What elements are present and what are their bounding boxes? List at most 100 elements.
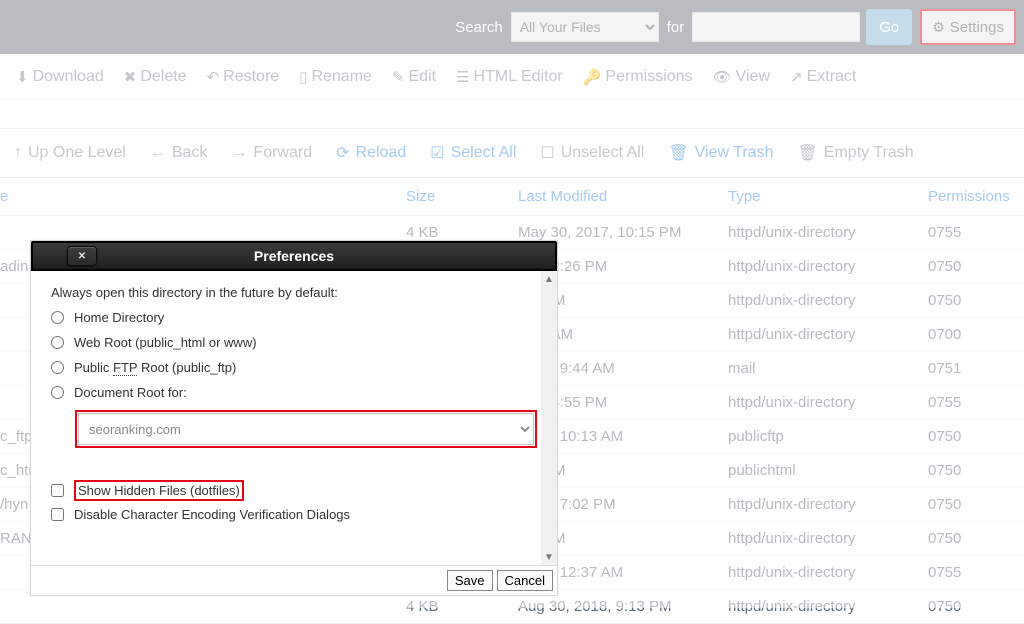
up-one-level-button[interactable]: ↑Up One Level xyxy=(14,144,126,162)
col-name-header[interactable]: e xyxy=(0,178,398,216)
disable-encoding-row[interactable]: Disable Character Encoding Verification … xyxy=(51,507,537,522)
reload-icon: ⟳ xyxy=(336,143,349,163)
back-button[interactable]: ←Back xyxy=(150,144,208,162)
trash-icon: 🗑 xyxy=(797,143,817,163)
up-arrow-icon: ↑ xyxy=(14,144,22,162)
show-hidden-files-row[interactable]: Show Hidden Files (dotfiles) xyxy=(51,480,537,501)
scroll-down-icon[interactable]: ▼ xyxy=(541,549,557,565)
radio-home-directory[interactable]: Home Directory xyxy=(51,310,537,325)
permissions-button[interactable]: 🔑Permissions xyxy=(583,68,693,86)
close-icon: ✖ xyxy=(124,68,137,86)
file-action-toolbar: ⬇Download ✖Delete ↶Restore ▯Rename ✎Edit… xyxy=(0,54,1024,100)
reload-button[interactable]: ⟳Reload xyxy=(336,143,406,163)
cell-type: httpd/unix-directory xyxy=(720,522,920,556)
navigation-toolbar: ↑Up One Level ←Back →Forward ⟳Reload ☑Se… xyxy=(0,128,1024,178)
cell-perm: 0700 xyxy=(920,318,1024,352)
cell-perm: 0755 xyxy=(920,386,1024,420)
trash-icon: 🗑 xyxy=(668,143,688,163)
rename-button[interactable]: ▯Rename xyxy=(299,68,372,86)
radio-public-ftp[interactable]: Public FTP Root (public_ftp) xyxy=(51,360,537,375)
gear-icon: ⚙ xyxy=(932,19,945,36)
search-scope-select[interactable]: All Your Files xyxy=(511,12,659,42)
modal-title: Preferences xyxy=(254,248,334,264)
radio-home-input[interactable] xyxy=(51,311,64,324)
save-button[interactable]: Save xyxy=(447,570,493,591)
go-button[interactable]: Go xyxy=(866,9,912,45)
scroll-up-icon[interactable]: ▲ xyxy=(541,271,557,287)
for-label: for xyxy=(667,19,685,36)
settings-button[interactable]: ⚙ Settings xyxy=(920,9,1016,45)
cell-perm: 0755 xyxy=(920,216,1024,250)
cell-perm: 0750 xyxy=(920,454,1024,488)
cell-type: publicftp xyxy=(720,420,920,454)
cell-type: httpd/unix-directory xyxy=(720,386,920,420)
document-root-select[interactable]: seoranking.com xyxy=(78,413,534,445)
edit-box-icon: ☰ xyxy=(456,68,469,86)
modal-titlebar[interactable]: ✕ Preferences xyxy=(31,241,557,271)
top-search-bar: Search All Your Files for Go ⚙ Settings xyxy=(0,0,1024,54)
cell-perm: 0750 xyxy=(920,488,1024,522)
col-permissions-header[interactable]: Permissions xyxy=(920,178,1024,216)
forward-button[interactable]: →Forward xyxy=(231,144,312,162)
radio-webroot-input[interactable] xyxy=(51,336,64,349)
undo-icon: ↶ xyxy=(207,68,220,86)
view-trash-button[interactable]: 🗑View Trash xyxy=(668,143,773,163)
close-button[interactable]: ✕ xyxy=(67,246,97,266)
download-button[interactable]: ⬇Download xyxy=(16,68,104,86)
cell-type: httpd/unix-directory xyxy=(720,590,920,624)
col-modified-header[interactable]: Last Modified xyxy=(510,178,720,216)
left-arrow-icon: ← xyxy=(150,144,166,162)
select-all-button[interactable]: ☑Select All xyxy=(430,143,516,163)
col-type-header[interactable]: Type xyxy=(720,178,920,216)
cell-type: httpd/unix-directory xyxy=(720,216,920,250)
empty-trash-button[interactable]: 🗑Empty Trash xyxy=(797,143,913,163)
document-root-highlight: seoranking.com xyxy=(75,410,537,448)
radio-document-root[interactable]: Document Root for: xyxy=(51,385,537,400)
modal-footer: Save Cancel xyxy=(31,565,557,595)
disable-encoding-checkbox[interactable] xyxy=(51,508,64,521)
view-button[interactable]: 👁View xyxy=(713,68,770,86)
cell-perm: 0750 xyxy=(920,590,1024,624)
file-icon: ▯ xyxy=(299,68,307,86)
modal-scrollbar[interactable]: ▲ ▼ xyxy=(541,271,557,565)
eye-icon: 👁 xyxy=(713,68,732,86)
restore-button[interactable]: ↶Restore xyxy=(207,68,280,86)
unselect-all-button[interactable]: ☐Unselect All xyxy=(540,143,644,163)
settings-label: Settings xyxy=(950,19,1004,36)
html-editor-button[interactable]: ☰HTML Editor xyxy=(456,68,563,86)
edit-button[interactable]: ✎Edit xyxy=(392,68,436,86)
cell-perm: 0750 xyxy=(920,250,1024,284)
cell-type: publichtml xyxy=(720,454,920,488)
cell-perm: 0750 xyxy=(920,522,1024,556)
cancel-button[interactable]: Cancel xyxy=(497,570,553,591)
delete-button[interactable]: ✖Delete xyxy=(124,68,187,86)
square-icon: ☐ xyxy=(540,143,554,163)
extract-button[interactable]: ↗Extract xyxy=(790,68,856,86)
cell-perm: 0750 xyxy=(920,284,1024,318)
cell-type: httpd/unix-directory xyxy=(720,488,920,522)
preferences-intro: Always open this directory in the future… xyxy=(51,285,537,300)
pencil-icon: ✎ xyxy=(392,68,405,86)
col-size-header[interactable]: Size xyxy=(398,178,510,216)
key-icon: 🔑 xyxy=(583,68,602,86)
cell-type: httpd/unix-directory xyxy=(720,556,920,590)
radio-publicftp-input[interactable] xyxy=(51,361,64,374)
cell-perm: 0755 xyxy=(920,556,1024,590)
disable-encoding-label: Disable Character Encoding Verification … xyxy=(74,507,350,522)
show-hidden-label: Show Hidden Files (dotfiles) xyxy=(74,480,244,501)
search-input[interactable] xyxy=(692,12,860,42)
show-hidden-checkbox[interactable] xyxy=(51,484,64,497)
cell-type: httpd/unix-directory xyxy=(720,284,920,318)
cell-perm: 0751 xyxy=(920,352,1024,386)
preferences-modal: ✕ Preferences Always open this directory… xyxy=(30,240,558,596)
extract-icon: ↗ xyxy=(790,68,803,86)
right-arrow-icon: → xyxy=(231,144,247,162)
radio-docroot-input[interactable] xyxy=(51,386,64,399)
search-label: Search xyxy=(455,19,503,36)
download-icon: ⬇ xyxy=(16,68,29,86)
check-square-icon: ☑ xyxy=(430,143,444,163)
cell-type: mail xyxy=(720,352,920,386)
radio-web-root[interactable]: Web Root (public_html or www) xyxy=(51,335,537,350)
cell-perm: 0750 xyxy=(920,420,1024,454)
cell-type: httpd/unix-directory xyxy=(720,250,920,284)
